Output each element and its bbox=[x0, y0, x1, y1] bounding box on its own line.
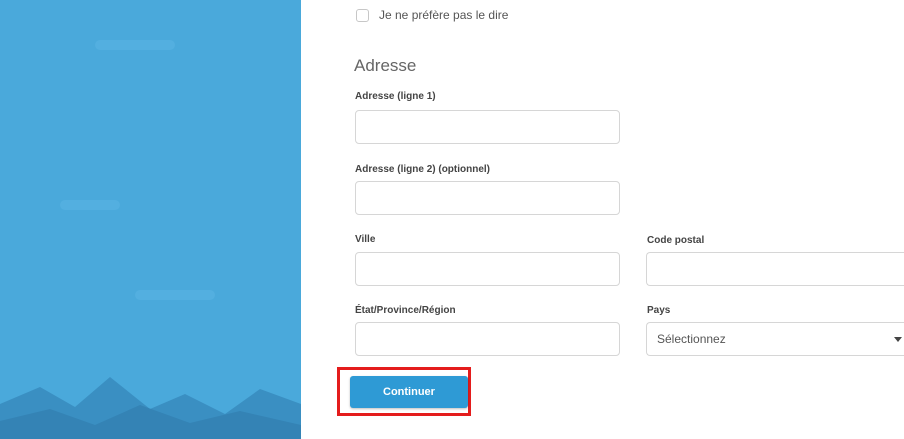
state-input[interactable] bbox=[355, 322, 620, 356]
city-input[interactable] bbox=[355, 252, 620, 286]
address-line2-input[interactable] bbox=[355, 181, 620, 215]
address-line2-label: Adresse (ligne 2) (optionnel) bbox=[355, 164, 491, 175]
checkbox-label: Je ne préfère pas le dire bbox=[379, 8, 509, 22]
country-select-value: Sélectionnez bbox=[657, 332, 726, 346]
country-label: Pays bbox=[647, 305, 671, 316]
address-line1-input[interactable] bbox=[355, 110, 620, 144]
country-select[interactable]: Sélectionnez bbox=[646, 322, 904, 356]
section-title: Adresse bbox=[354, 56, 417, 75]
address-line1-label: Adresse (ligne 1) bbox=[355, 91, 436, 102]
continue-button[interactable]: Continuer bbox=[350, 376, 468, 408]
postal-code-label: Code postal bbox=[647, 235, 705, 246]
state-label: État/Province/Région bbox=[355, 305, 456, 316]
city-label: Ville bbox=[355, 234, 376, 245]
checkbox[interactable] bbox=[356, 8, 369, 22]
address-form: Je ne préfère pas le dire Adresse Adress… bbox=[0, 0, 904, 439]
gender-option-row[interactable]: Je ne préfère pas le dire bbox=[356, 8, 508, 22]
postal-code-input[interactable] bbox=[646, 252, 904, 286]
chevron-down-icon bbox=[894, 336, 902, 342]
